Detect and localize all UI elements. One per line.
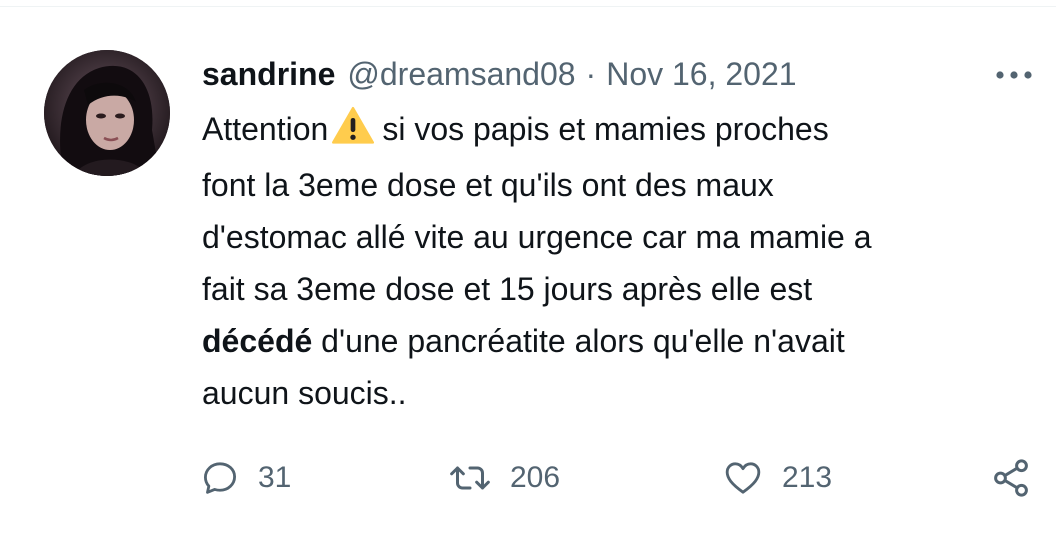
tweet-text-line: aucun soucis.. [202,375,407,411]
retweet-icon [450,466,490,490]
reply-button[interactable]: 31 [200,456,291,500]
header-separator: · [585,56,597,92]
retweet-count: 206 [510,461,561,494]
share-icon [994,459,1028,497]
heart-icon [725,462,761,494]
tweet-date[interactable]: Nov 16, 2021 [606,52,796,96]
author-handle[interactable]: @dreamsand08 [347,52,575,96]
reply-icon [204,462,236,494]
tweet-text-line: Attention si vos papis et mamies proches [202,103,1012,159]
reply-count: 31 [258,461,292,494]
more-horizontal-icon [996,71,1032,79]
tweet-content: sandrine @dreamsand08 · Nov 16, 2021 Att… [202,52,1012,419]
tweet-header: sandrine @dreamsand08 · Nov 16, 2021 [202,52,1012,96]
retweet-button[interactable]: 206 [448,456,560,500]
tweet-text-bold: décédé [202,323,313,359]
avatar-image [44,50,170,176]
author-display-name[interactable]: sandrine [202,52,335,96]
tweet-text-line: décédé d'une pancréatite alors qu'elle n… [202,315,1012,367]
like-count: 213 [782,461,833,494]
tweet-text: Attention si vos papis et mamies proches … [202,103,1012,419]
like-button[interactable]: 213 [722,456,832,500]
tweet-text-line: fait sa 3eme dose et 15 jours après elle… [202,271,813,307]
share-button[interactable] [990,456,1032,500]
tweet-text-segment: si vos papis et mamies proches [382,111,829,147]
tweet-text-line: d'estomac allé vite au urgence car ma ma… [202,219,872,255]
warning-icon [332,106,375,159]
top-divider [0,6,1056,7]
tweet-text-segment: d'une pancréatite alors qu'elle n'avait [312,323,845,359]
more-options-button[interactable] [992,62,1036,88]
tweet-text-line: font la 3eme dose et qu'ils ont des maux [202,167,774,203]
avatar[interactable] [44,50,170,176]
tweet-text-segment: Attention [202,111,329,147]
tweet-actions: 31 206 213 [200,456,1040,500]
